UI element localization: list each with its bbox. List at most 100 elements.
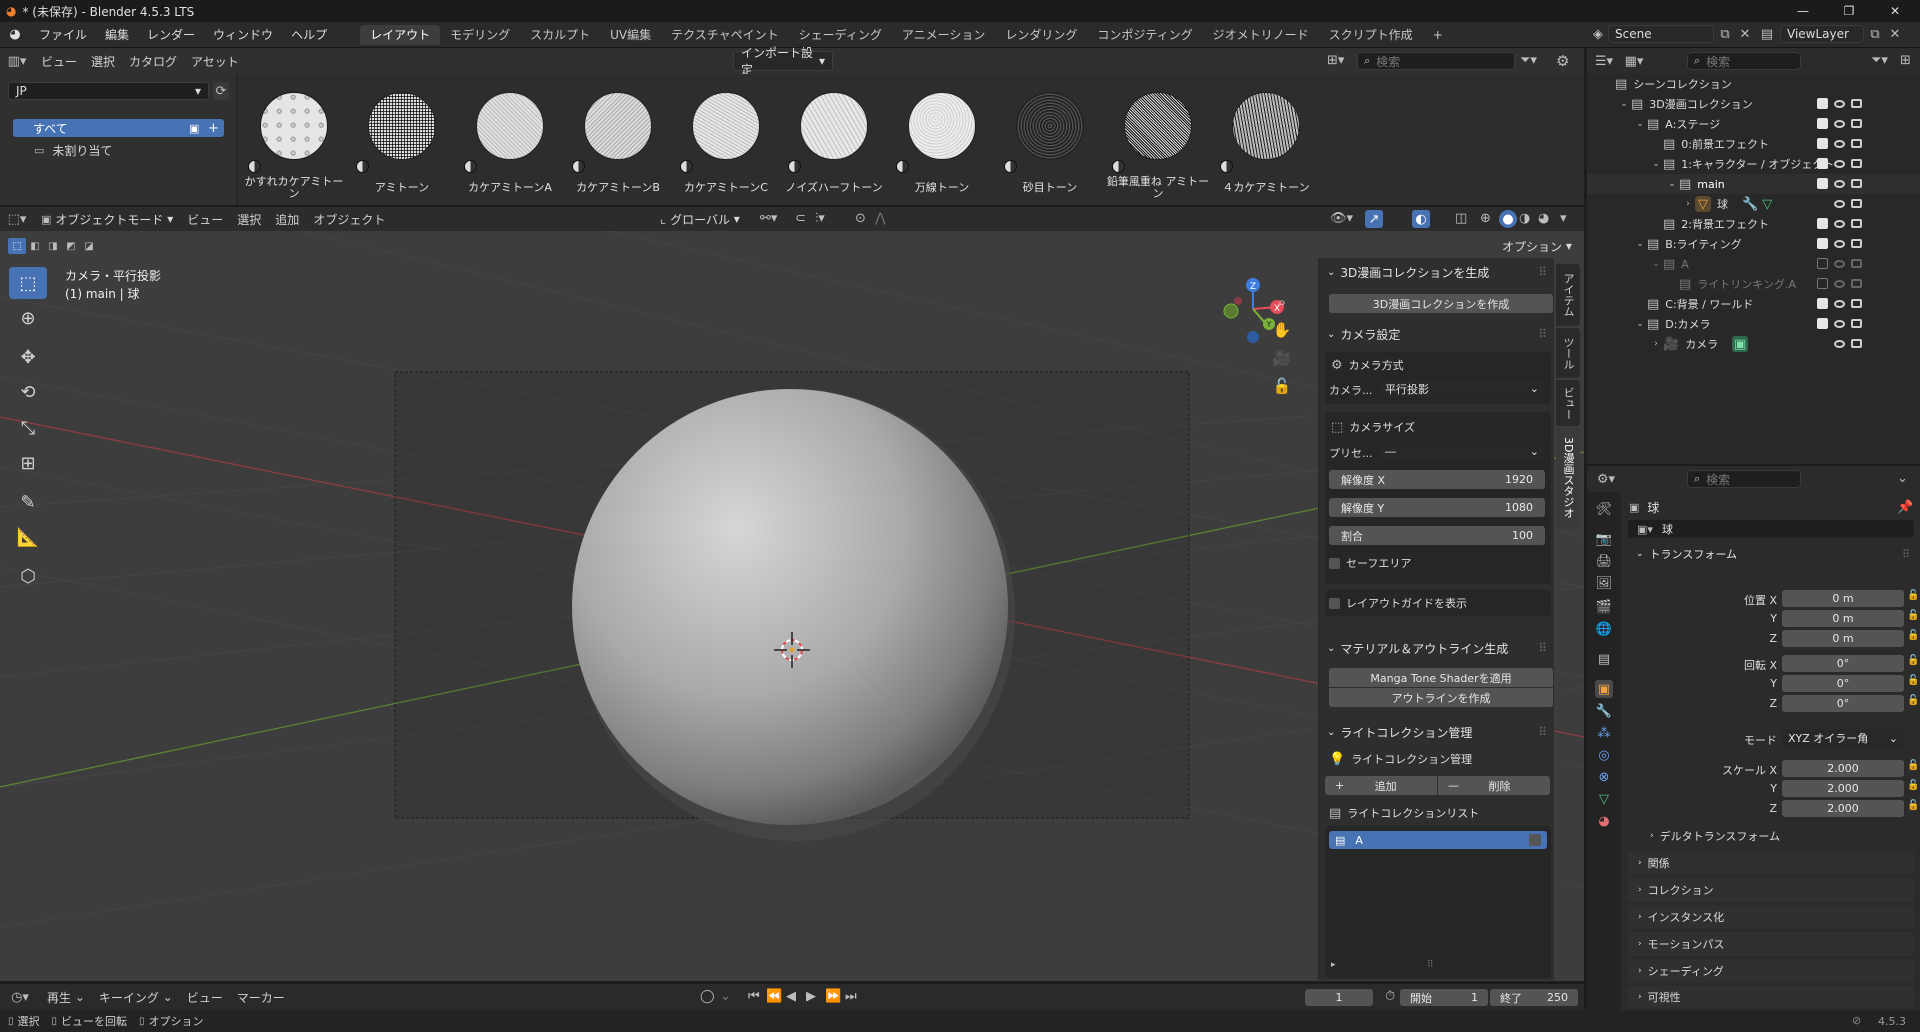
catalog-add-icon[interactable]: + (208, 121, 219, 136)
asset-menu-catalog[interactable]: カタログ (122, 51, 184, 71)
menu-file[interactable]: ファイル (30, 22, 96, 48)
visibility-eye-icon[interactable] (1834, 260, 1845, 268)
render-camera-icon[interactable] (1851, 299, 1862, 308)
outliner-row[interactable]: ▤ 2:背景エフェクト (1587, 214, 1920, 234)
exclude-checkbox[interactable] (1817, 178, 1828, 189)
select-invert-icon[interactable]: ◩ (62, 238, 80, 254)
render-camera-icon[interactable] (1851, 239, 1862, 248)
select-subtract-icon[interactable]: ◨ (44, 238, 62, 254)
render-camera-icon[interactable] (1851, 99, 1862, 108)
options-dropdown[interactable]: オプション ▾ (1502, 237, 1572, 255)
tab-view[interactable]: ビュー (1556, 380, 1580, 426)
lock-icon[interactable]: 🔓 (1907, 590, 1919, 601)
options-dropdown-icon[interactable]: ⌄ (1897, 471, 1908, 486)
asset-thumb-3[interactable] (476, 92, 544, 160)
rotate-tool[interactable]: ⟲ (9, 376, 47, 408)
panel-instancing[interactable]: › インスタンス化 (1628, 905, 1914, 929)
snap-target-icon[interactable]: ⫶▾ (815, 211, 825, 226)
snap-icon[interactable]: ⊂ (795, 211, 806, 226)
zoom-icon[interactable]: ⌕ (1269, 289, 1295, 315)
safe-area-checkbox[interactable]: セーフエリア (1329, 554, 1411, 572)
scale-x-field[interactable]: 2.000 (1782, 760, 1904, 777)
scene-selector[interactable]: Scene (1608, 25, 1714, 43)
maximize-button[interactable]: ❐ (1826, 0, 1872, 22)
visibility-eye-icon[interactable] (1834, 120, 1845, 128)
location-x-field[interactable]: 0 m (1782, 590, 1904, 607)
menu-edit[interactable]: 編集 (96, 22, 138, 48)
particles-tab-icon[interactable]: ⁂ (1595, 724, 1613, 742)
object-type-icon[interactable]: ▣▾ (1628, 523, 1662, 536)
exclude-checkbox[interactable] (1817, 278, 1828, 289)
render-camera-icon[interactable] (1851, 139, 1862, 148)
camera-view-icon[interactable]: 🎥 (1269, 345, 1295, 371)
scene-tab-icon[interactable]: 🎬 (1595, 598, 1613, 616)
world-tab-icon[interactable]: 🌐 (1595, 620, 1613, 638)
resolution-y-field[interactable]: 解像度 Y 1080 (1329, 498, 1545, 517)
select-box-tool[interactable]: ⬚ (9, 267, 47, 299)
properties-search-input[interactable]: ⌕ 検索 (1687, 470, 1801, 488)
timeline-menu-keying[interactable]: キーイング ⌄ (92, 987, 180, 1007)
render-tab-icon[interactable]: 📷 (1595, 530, 1613, 548)
asset-menu-select[interactable]: 選択 (84, 51, 122, 71)
exclude-checkbox[interactable] (1817, 218, 1828, 229)
new-viewlayer-icon[interactable]: ⧉ (1864, 27, 1886, 42)
list-expand-icon[interactable]: ▸ (1331, 960, 1336, 970)
visibility-eye-icon[interactable] (1834, 280, 1845, 288)
vp-menu-select[interactable]: 選択 (230, 209, 268, 229)
exclude-checkbox[interactable] (1817, 158, 1828, 169)
delete-viewlayer-icon[interactable]: ✕ (1886, 27, 1904, 42)
timeline-editor-icon[interactable]: ◷▾ (0, 990, 40, 1005)
lock-icon[interactable]: 🔓 (1907, 630, 1919, 641)
vp-menu-view[interactable]: ビュー (180, 209, 230, 229)
lock-icon[interactable]: 🔓 (1907, 780, 1919, 791)
outliner-row[interactable]: ⌄ ▤ B:ライティング (1587, 234, 1920, 254)
outliner-row-sphere[interactable]: › ▽ 球 🔧 ▽ (1587, 194, 1920, 214)
viewlayer-selector[interactable]: ViewLayer (1780, 25, 1864, 43)
tool-tab-icon[interactable]: 🛠 (1595, 500, 1613, 518)
tab-scripting[interactable]: スクリプト作成 (1319, 25, 1423, 45)
new-collection-icon[interactable]: ⊞ (1900, 53, 1911, 68)
rotation-z-field[interactable]: 0° (1782, 695, 1904, 712)
apply-manga-tone-button[interactable]: Manga Tone Shaderを適用 (1329, 668, 1553, 687)
lock-icon[interactable]: 🔓 (1907, 610, 1919, 621)
pivot-icon[interactable]: ⚯▾ (760, 211, 777, 226)
vp-menu-add[interactable]: 追加 (268, 209, 306, 229)
pan-hand-icon[interactable]: ✋ (1269, 317, 1295, 343)
play-reverse-icon[interactable]: ◀ (786, 989, 796, 1004)
render-camera-icon[interactable] (1851, 119, 1862, 128)
mode-dropdown[interactable]: ▣ オブジェクトモード ▾ (34, 210, 181, 228)
visibility-eye-icon[interactable] (1834, 300, 1845, 308)
exclude-checkbox[interactable] (1817, 258, 1828, 269)
asset-menu-asset[interactable]: アセット (184, 51, 246, 71)
select-extend-icon[interactable]: ◧ (26, 238, 44, 254)
tab-compositing[interactable]: コンポジティング (1087, 25, 1202, 45)
outliner-row[interactable]: ▤ ライトリンキング.A (1587, 274, 1920, 294)
catalog-item-all[interactable]: すべて ▣ + (13, 119, 224, 137)
lock-icon[interactable]: 🔓 (1907, 800, 1919, 811)
filter-icon[interactable]: ⏷▾ (1520, 53, 1537, 68)
modifier-tab-icon[interactable]: 🔧 (1595, 702, 1613, 720)
panel-shading[interactable]: › シェーディング (1628, 959, 1914, 983)
catalog-new-icon[interactable]: ▣ (189, 122, 199, 135)
exclude-checkbox[interactable] (1817, 138, 1828, 149)
cursor-tool[interactable]: ⊕ (9, 302, 47, 334)
location-z-field[interactable]: 0 m (1782, 630, 1904, 647)
outliner-row[interactable]: ⌄ ▤ 3D漫画コレクション (1587, 94, 1920, 114)
render-camera-icon[interactable] (1851, 219, 1862, 228)
visibility-eye-icon[interactable] (1834, 180, 1845, 188)
panel-motion-paths[interactable]: › モーションパス (1628, 932, 1914, 956)
add-workspace-icon[interactable]: + (1423, 25, 1453, 45)
outliner-row[interactable]: ⌄ ▤ D:カメラ (1587, 314, 1920, 334)
physics-tab-icon[interactable]: ◎ (1595, 746, 1613, 764)
view-layer-tab-icon[interactable]: 🖼 (1595, 574, 1613, 592)
panel-relations[interactable]: › 関係 (1628, 851, 1914, 875)
properties-editor-icon[interactable]: ⚙▾ (1587, 472, 1625, 487)
jump-end-icon[interactable]: ⏭ (845, 989, 857, 1004)
add-light-button[interactable]: + 追加 (1325, 776, 1437, 795)
asset-thumb-4[interactable] (584, 92, 652, 160)
scale-tool[interactable]: ⤡ (9, 412, 47, 444)
lock-icon[interactable]: 🔓 (1907, 760, 1919, 771)
light-list-item-a[interactable]: ▤ A (1329, 831, 1547, 849)
proportional-icon[interactable]: ⊙ (855, 211, 866, 226)
preset-dropdown[interactable]: ― ⌄ (1379, 442, 1545, 461)
